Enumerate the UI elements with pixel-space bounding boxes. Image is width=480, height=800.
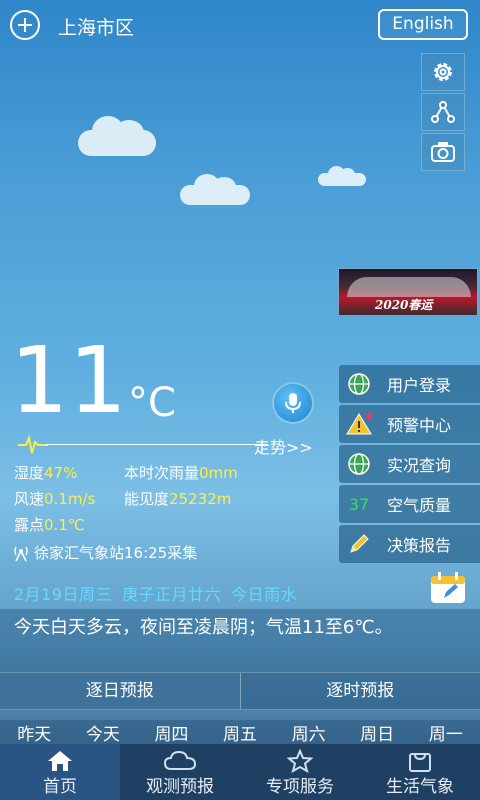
- microphone-icon: [285, 393, 301, 413]
- city-name[interactable]: 上海市区: [58, 13, 134, 40]
- date-info: 2月19日周三 庚子正月廿六 今日雨水: [14, 581, 307, 605]
- aqi-value: 37: [348, 494, 370, 514]
- pulse-icon: [18, 434, 48, 454]
- live-query-label: 实况查询: [387, 456, 452, 475]
- globe-icon: [348, 373, 370, 395]
- tab-daily-forecast[interactable]: 逐日预报: [0, 673, 241, 709]
- temperature-unit: °C: [128, 380, 176, 426]
- settings-button[interactable]: [421, 53, 465, 91]
- nav-observation-label: 观测预报: [146, 777, 214, 797]
- nav-life-weather-label: 生活气象: [386, 777, 454, 797]
- bag-icon: [409, 753, 431, 772]
- solar-term: 今日雨水: [231, 585, 298, 604]
- voice-broadcast-button[interactable]: [274, 384, 312, 422]
- forecast-tabs: 逐日预报 逐时预报: [0, 672, 480, 710]
- decision-report-label: 决策报告: [387, 536, 452, 555]
- visibility-value: 25232m: [169, 490, 232, 508]
- rainfall-stat: 本时次雨量0mm: [124, 464, 238, 482]
- visibility-stat: 能见度25232m: [124, 490, 232, 508]
- home-icon: [48, 751, 72, 771]
- rainfall-value: 0mm: [199, 464, 238, 482]
- warning-center-label: 预警中心: [387, 416, 452, 435]
- calendar-button[interactable]: [428, 571, 468, 605]
- english-button[interactable]: English: [378, 9, 468, 40]
- dewpoint-value: 0.1℃: [44, 516, 85, 534]
- lunar-date: 庚子正月廿六: [122, 585, 222, 604]
- date-text: 2月19日周三: [14, 585, 113, 604]
- humidity-stat: 湿度47%: [14, 464, 78, 482]
- live-query-button[interactable]: 实况查询: [339, 445, 480, 483]
- humidity-value: 47%: [44, 464, 78, 482]
- air-quality-button[interactable]: 37 空气质量: [339, 485, 480, 523]
- current-temperature: 11: [10, 327, 128, 434]
- air-quality-label: 空气质量: [387, 496, 452, 515]
- share-button[interactable]: [421, 93, 465, 131]
- dewpoint-stat: 露点0.1℃: [14, 516, 85, 534]
- nav-life-weather[interactable]: 生活气象: [360, 744, 480, 800]
- spring-festival-banner[interactable]: 2020春运: [338, 268, 478, 316]
- wind-stat: 风速0.1m/s: [14, 490, 96, 508]
- station-info: 徐家汇气象站16:25采集: [12, 542, 197, 563]
- cloud-decoration: [318, 166, 366, 186]
- nav-observation[interactable]: 观测预报: [120, 744, 240, 800]
- trend-row[interactable]: 走势>>: [18, 433, 338, 457]
- forecast-summary: 今天白天多云，夜间至凌晨阴；气温11至6℃。: [0, 609, 480, 672]
- side-menu: 用户登录 预警中心 实况查询 37 空气质量 决策报告: [339, 365, 480, 565]
- cloud-decoration: [78, 116, 156, 156]
- station-text: 徐家汇气象站16:25采集: [34, 544, 198, 562]
- globe-icon: [348, 453, 370, 475]
- calendar-icon: [431, 572, 465, 603]
- user-login-label: 用户登录: [387, 376, 452, 395]
- trend-link[interactable]: 走势>>: [254, 434, 313, 458]
- share-icon: [431, 101, 455, 123]
- nav-special-services[interactable]: 专项服务: [240, 744, 360, 800]
- cloud-decoration: [180, 174, 250, 205]
- wind-value: 0.1m/s: [44, 490, 96, 508]
- decision-report-button[interactable]: 决策报告: [339, 525, 480, 563]
- warning-icon: [346, 413, 372, 435]
- gear-icon: [434, 63, 452, 81]
- add-city-icon[interactable]: [10, 10, 40, 40]
- camera-icon: [431, 142, 455, 162]
- banner-text: 2020春运: [375, 298, 433, 312]
- warning-center-button[interactable]: 预警中心: [339, 405, 480, 443]
- trend-divider: [46, 444, 268, 445]
- antenna-icon: [14, 546, 28, 561]
- nav-home-label: 首页: [43, 777, 77, 797]
- pencil-icon: [350, 534, 369, 553]
- nav-special-services-label: 专项服务: [266, 777, 334, 797]
- bottom-nav: 首页 观测预报 专项服务 生活气象: [0, 744, 480, 800]
- tab-hourly-forecast[interactable]: 逐时预报: [241, 673, 480, 709]
- camera-button[interactable]: [421, 133, 465, 171]
- star-icon: [287, 749, 313, 773]
- nav-home[interactable]: 首页: [0, 744, 120, 800]
- cloud-icon: [163, 750, 197, 770]
- user-login-button[interactable]: 用户登录: [339, 365, 480, 403]
